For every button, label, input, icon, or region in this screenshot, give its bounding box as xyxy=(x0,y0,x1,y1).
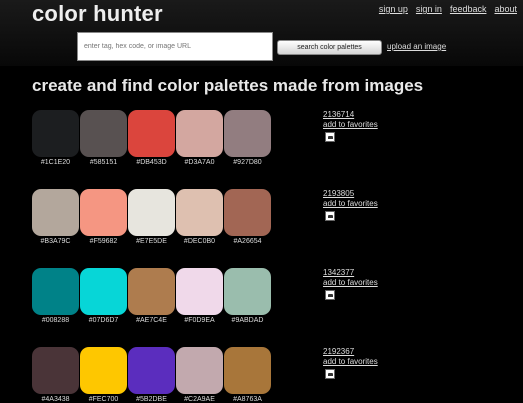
hex-label: #E7E5DE xyxy=(136,238,167,245)
palette-id-link[interactable]: 2136714 xyxy=(323,110,354,119)
color-swatch[interactable] xyxy=(32,347,79,394)
nav-about[interactable]: about xyxy=(494,4,517,14)
upload-image-link[interactable]: upload an image xyxy=(387,42,446,51)
site-logo[interactable]: color hunter xyxy=(32,1,163,27)
color-swatch[interactable] xyxy=(176,189,223,236)
top-nav: sign up sign in feedback about xyxy=(371,4,517,14)
palette-icon[interactable] xyxy=(325,211,335,221)
add-to-favorites-link[interactable]: add to favorites xyxy=(323,120,378,129)
color-swatch[interactable] xyxy=(224,189,271,236)
search-button[interactable]: search color palettes xyxy=(277,40,382,55)
search-box xyxy=(77,32,273,61)
hex-label: #927D80 xyxy=(233,159,262,166)
hex-label: #A8763A xyxy=(233,396,262,403)
hex-label: #A26654 xyxy=(233,238,262,245)
color-swatch[interactable] xyxy=(128,189,175,236)
hex-label: #4A3438 xyxy=(41,396,70,403)
search-input[interactable] xyxy=(78,33,270,60)
hex-label: #DEC0B0 xyxy=(183,238,216,245)
nav-sign-up[interactable]: sign up xyxy=(379,4,408,14)
hex-label: #DB453D xyxy=(136,159,167,166)
hex-label: #FEC700 xyxy=(88,396,119,403)
hex-label: #1C1E20 xyxy=(40,159,71,166)
palette-icon[interactable] xyxy=(325,369,335,379)
hex-label: #585151 xyxy=(89,159,118,166)
color-swatch[interactable] xyxy=(80,347,127,394)
color-swatch[interactable] xyxy=(80,268,127,315)
color-swatch[interactable] xyxy=(128,268,175,315)
palette-icon[interactable] xyxy=(325,132,335,142)
hex-label: #D3A7A0 xyxy=(184,159,215,166)
hex-label: #B3A79C xyxy=(40,238,71,245)
color-swatch[interactable] xyxy=(224,347,271,394)
add-to-favorites-link[interactable]: add to favorites xyxy=(323,357,378,366)
color-swatch[interactable] xyxy=(128,347,175,394)
color-swatch[interactable] xyxy=(128,110,175,157)
page-heading: create and find color palettes made from… xyxy=(32,76,424,95)
color-swatch[interactable] xyxy=(80,189,127,236)
hex-label: #F0D9EA xyxy=(184,317,215,324)
add-to-favorites-link[interactable]: add to favorites xyxy=(323,199,378,208)
site-header: color hunter sign up sign in feedback about… xyxy=(0,0,523,66)
palette-icon[interactable] xyxy=(325,290,335,300)
hex-label: #AE7C4E xyxy=(136,317,167,324)
color-swatch[interactable] xyxy=(32,268,79,315)
color-swatch[interactable] xyxy=(80,110,127,157)
hex-label: #9ABDAD xyxy=(231,317,264,324)
hex-label: #F59682 xyxy=(89,238,118,245)
add-to-favorites-link[interactable]: add to favorites xyxy=(323,278,378,287)
color-swatch[interactable] xyxy=(224,268,271,315)
color-swatch[interactable] xyxy=(176,347,223,394)
hex-label: #5B2DBE xyxy=(136,396,167,403)
color-swatch[interactable] xyxy=(176,268,223,315)
hex-label: #07D6D7 xyxy=(88,317,119,324)
color-swatch[interactable] xyxy=(224,110,271,157)
nav-sign-in[interactable]: sign in xyxy=(416,4,442,14)
nav-feedback[interactable]: feedback xyxy=(450,4,487,14)
palette-id-link[interactable]: 2193805 xyxy=(323,189,354,198)
color-swatch[interactable] xyxy=(176,110,223,157)
palette-id-link[interactable]: 2192367 xyxy=(323,347,354,356)
hex-label: #C2A9AE xyxy=(184,396,215,403)
color-swatch[interactable] xyxy=(32,110,79,157)
hex-label: #008288 xyxy=(41,317,70,324)
color-swatch[interactable] xyxy=(32,189,79,236)
palette-id-link[interactable]: 1342377 xyxy=(323,268,354,277)
